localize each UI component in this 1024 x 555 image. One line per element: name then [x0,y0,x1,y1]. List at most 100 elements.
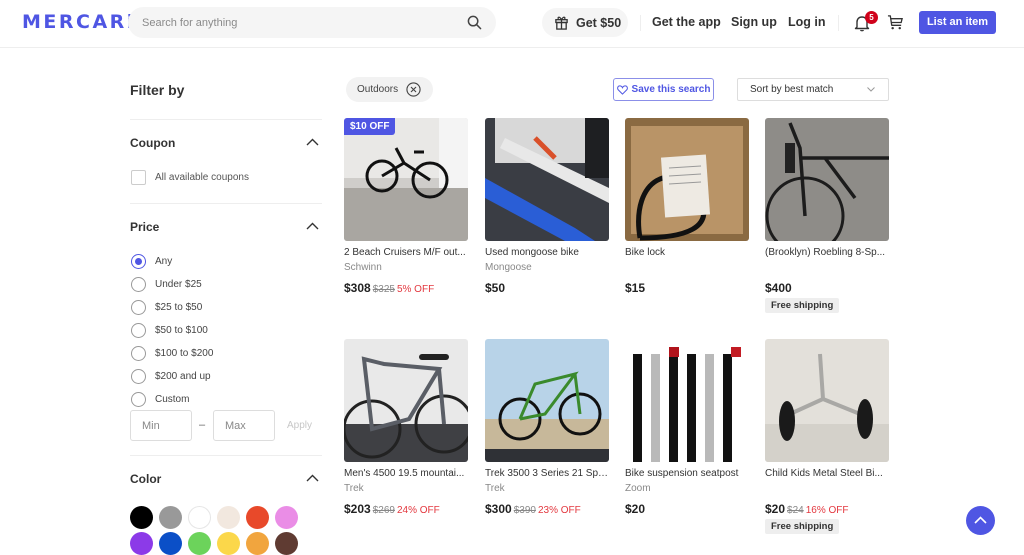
coupon-section-title[interactable]: Coupon [130,136,175,150]
product-title[interactable]: Bike lock [625,247,749,258]
product-price: $300 [485,502,512,516]
original-price: $325 [372,284,395,295]
price-radio-50-100[interactable] [131,323,146,338]
free-shipping-badge: Free shipping [765,298,840,313]
product-image[interactable] [485,118,609,241]
color-swatch[interactable] [130,506,153,529]
chevron-up-icon[interactable] [306,474,319,482]
product-image[interactable] [485,339,609,462]
cart-icon[interactable] [887,14,904,31]
notification-badge: 5 [865,11,878,24]
price-option-label[interactable]: $50 to $100 [155,325,208,336]
chevron-up-icon [974,516,987,524]
nav-divider [838,15,839,31]
price-radio-200-up[interactable] [131,369,146,384]
price-option-label[interactable]: $100 to $200 [155,348,213,359]
heart-icon [616,84,628,95]
list-an-item-button[interactable]: List an item [919,11,996,34]
product-price: $20 [625,502,646,516]
filter-by-heading: Filter by [130,82,185,98]
price-option-label[interactable]: Custom [155,394,189,405]
log-in-link[interactable]: Log in [788,15,826,29]
top-nav-bar: MERCARi Get $50 Get the app Sign up Log … [0,0,1024,48]
scroll-to-top-button[interactable] [966,506,995,535]
sort-dropdown[interactable]: Sort by best match [737,78,889,101]
product-image[interactable] [765,339,889,462]
price-option-label[interactable]: $25 to $50 [155,302,202,313]
color-section-title[interactable]: Color [130,472,161,486]
price-radio-25-50[interactable] [131,300,146,315]
color-swatch[interactable] [217,532,240,555]
get-the-app-link[interactable]: Get the app [652,15,721,29]
product-image[interactable] [765,118,889,241]
save-search-label: Save this search [631,84,711,95]
price-range-dash: – [199,419,206,431]
divider [130,119,322,120]
product-title[interactable]: Used mongoose bike [485,247,609,258]
price-radio-100-200[interactable] [131,346,146,361]
all-coupons-label[interactable]: All available coupons [155,172,249,183]
discount-label: 5% OFF [396,284,435,295]
close-circle-icon[interactable] [406,82,421,97]
product-brand: Mongoose [485,262,532,273]
product-title[interactable]: Bike suspension seatpost [625,468,749,479]
color-swatch[interactable] [188,532,211,555]
product-price: $308 [344,281,371,295]
price-row: $15 [625,279,645,297]
save-search-button[interactable]: Save this search [613,78,714,101]
color-swatch[interactable] [246,506,269,529]
discount-label: 16% OFF [805,505,849,516]
all-coupons-checkbox[interactable] [131,170,146,185]
product-image[interactable] [625,118,749,241]
price-section-title[interactable]: Price [130,220,159,234]
price-option-label[interactable]: $200 and up [155,371,211,382]
product-title[interactable]: Trek 3500 3 Series 21 Spe... [485,468,609,479]
filter-chip-outdoors[interactable]: Outdoors [346,77,433,102]
product-price: $400 [765,281,792,295]
color-swatch[interactable] [246,532,269,555]
chevron-up-icon[interactable] [306,222,319,230]
product-title[interactable]: 2 Beach Cruisers M/F out... [344,247,468,258]
product-brand: Schwinn [344,262,382,273]
color-swatch[interactable] [275,506,298,529]
divider [130,203,322,204]
price-row: $20 $24 16% OFF [765,500,849,518]
sort-label: Sort by best match [750,84,834,95]
color-swatch[interactable] [130,532,153,555]
price-radio-any[interactable] [131,254,146,269]
search-bar [128,7,496,38]
product-title[interactable]: Men's 4500 19.5 mountai... [344,468,468,479]
min-price-input[interactable] [130,410,192,441]
color-swatch[interactable] [159,532,182,555]
price-row: $20 [625,500,645,518]
price-option-label[interactable]: Any [155,256,172,267]
price-row: $300 $390 23% OFF [485,500,581,518]
product-title[interactable]: (Brooklyn) Roebling 8-Sp... [765,247,889,258]
product-brand: Trek [485,483,505,494]
apply-price-button[interactable]: Apply [287,420,312,431]
color-swatch[interactable] [159,506,182,529]
price-option-label[interactable]: Under $25 [155,279,202,290]
product-image[interactable] [344,339,468,462]
chevron-up-icon[interactable] [306,138,319,146]
product-brand: Trek [344,483,364,494]
sign-up-link[interactable]: Sign up [731,15,777,29]
price-row: $308 $325 5% OFF [344,279,434,297]
price-row: $50 [485,279,505,297]
search-input[interactable] [142,14,452,31]
color-swatch[interactable] [275,532,298,555]
product-image[interactable] [344,118,468,241]
product-title[interactable]: Child Kids Metal Steel Bi... [765,468,889,479]
get-50-button[interactable]: Get $50 [542,8,628,37]
search-icon[interactable] [467,15,482,30]
product-price: $15 [625,281,646,295]
promo-badge: $10 OFF [344,118,396,135]
max-price-input[interactable] [213,410,275,441]
original-price: $390 [513,505,536,516]
price-radio-custom[interactable] [131,392,146,407]
color-swatch[interactable] [217,506,240,529]
product-image[interactable] [625,339,749,462]
color-swatch[interactable] [188,506,211,529]
mercari-logo[interactable]: MERCARi [22,11,136,33]
price-radio-under-25[interactable] [131,277,146,292]
